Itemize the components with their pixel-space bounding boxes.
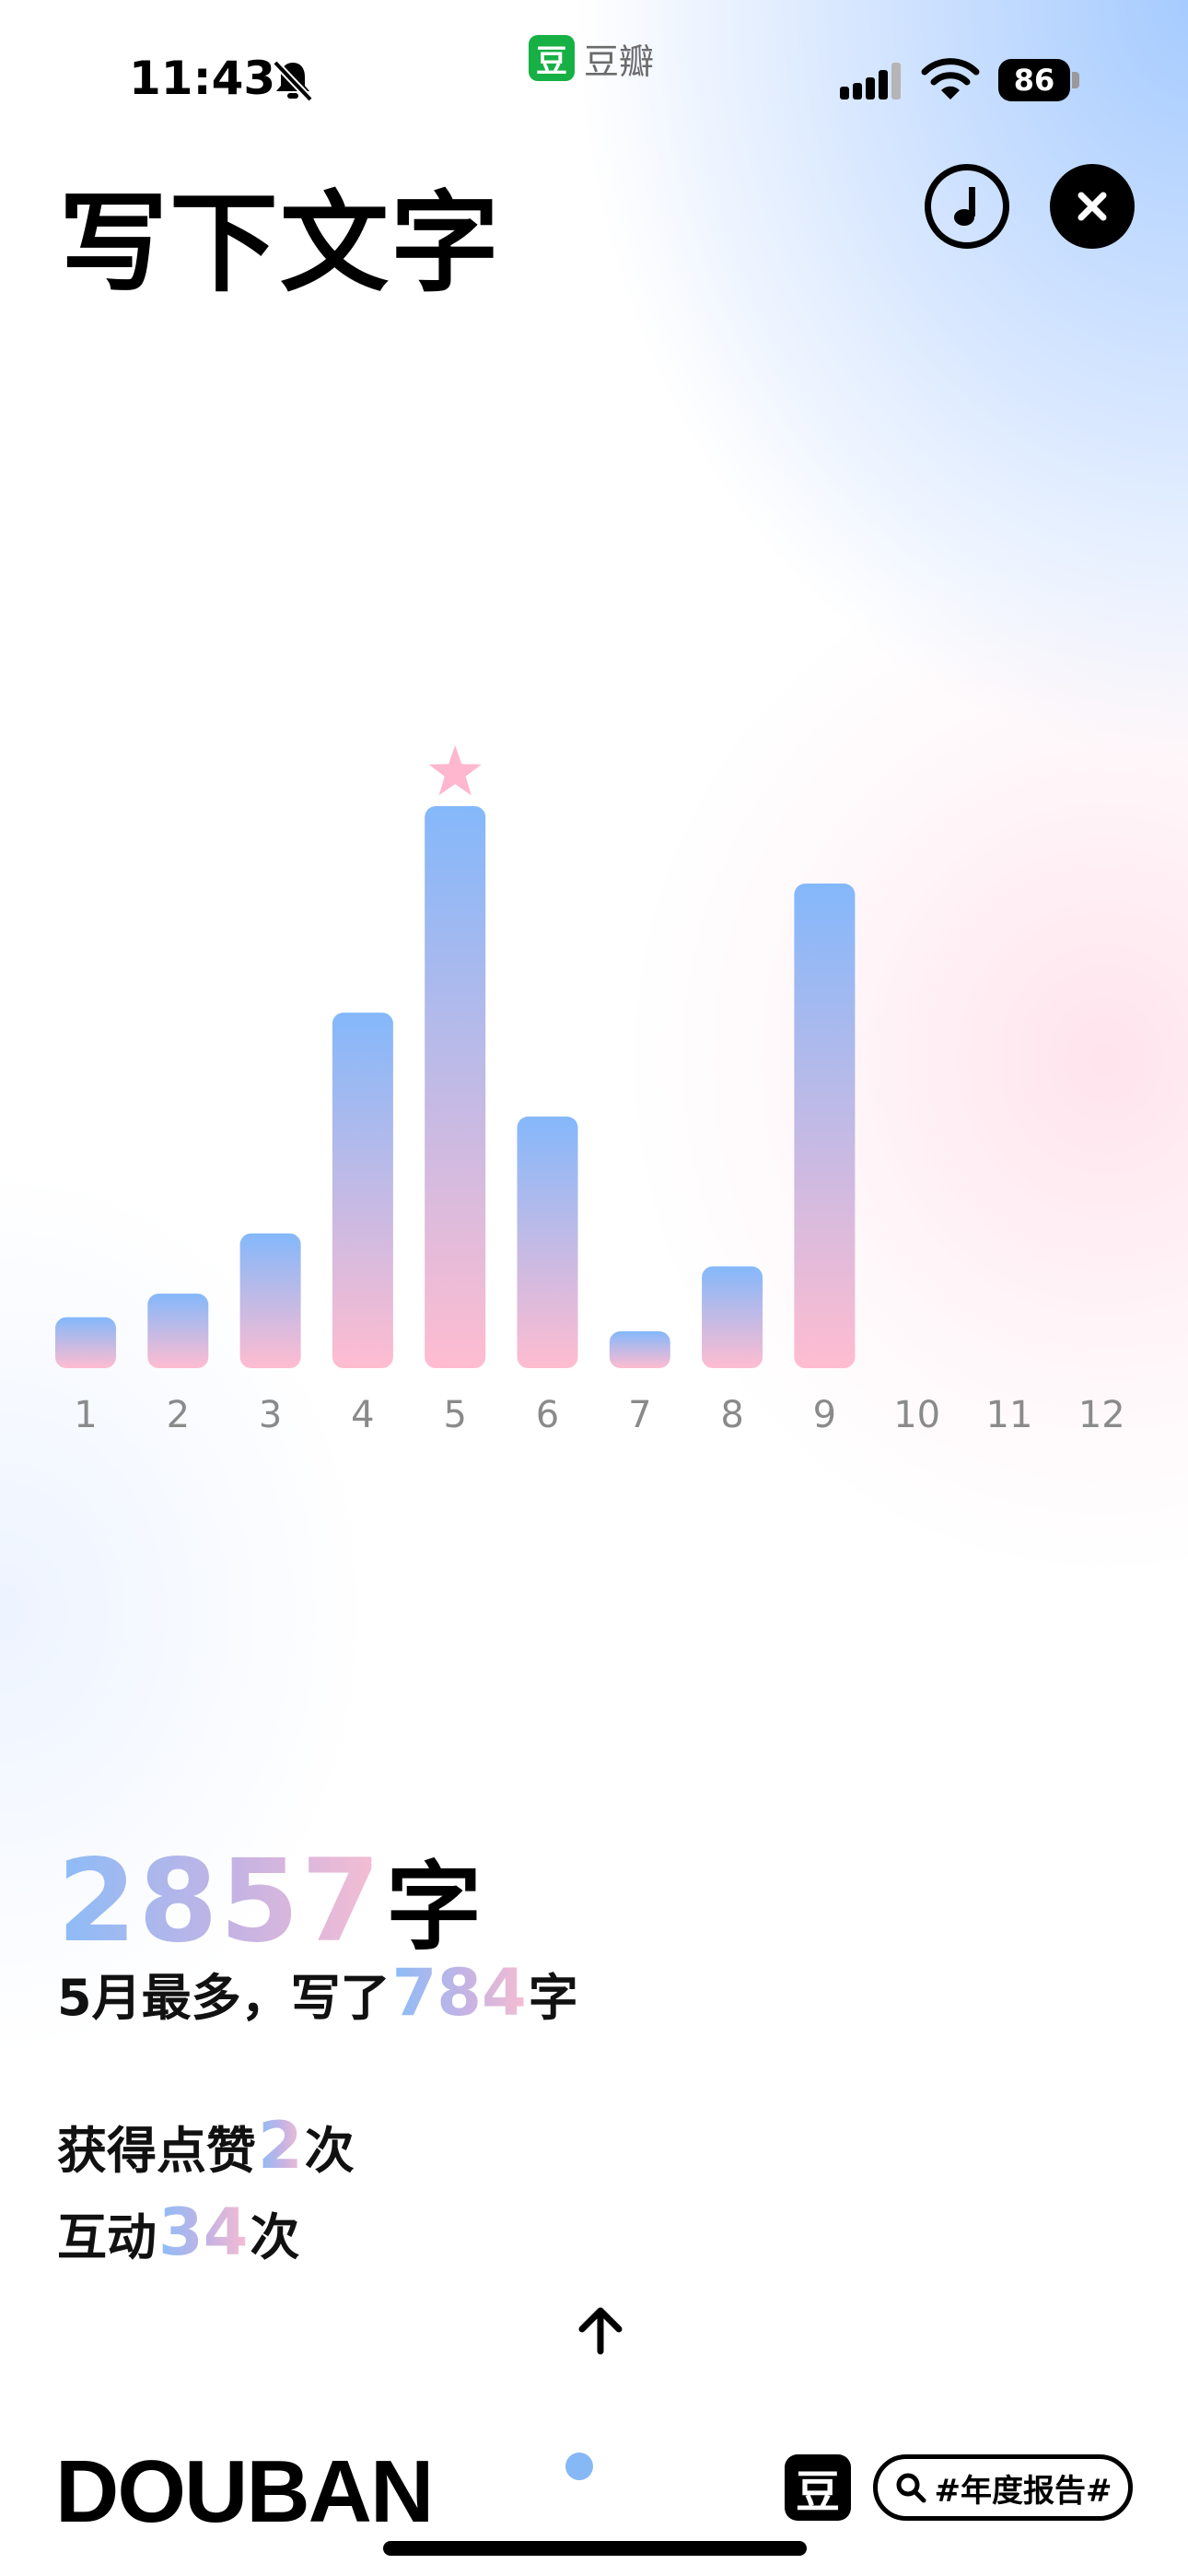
bar-month-9	[794, 884, 856, 1368]
x-tick-label: 9	[813, 1394, 836, 1436]
interactions-line: 互动 34 次	[57, 2195, 299, 2270]
annual-report-hashtag[interactable]: #年度报告#	[873, 2454, 1133, 2521]
swipe-up-arrow-icon[interactable]	[573, 2303, 628, 2359]
douban-brand-wordmark: DOUBAN	[55, 2442, 434, 2541]
bar-month-3	[239, 1233, 301, 1368]
bar-month-7	[609, 1331, 670, 1368]
close-button[interactable]	[1050, 164, 1135, 249]
battery-indicator: 86	[998, 59, 1081, 101]
status-time: 11:43	[129, 52, 276, 105]
douban-logo-icon: 豆	[785, 2454, 851, 2521]
music-toggle-button[interactable]	[925, 164, 1009, 249]
battery-level: 86	[998, 59, 1070, 101]
cellular-signal-icon	[840, 63, 901, 100]
battery-tip	[1072, 72, 1079, 88]
monthly-words-bar-chart: 1 2 3 4 5 6 7 8 9 10 11 12	[55, 745, 1125, 1436]
back-to-app-badge[interactable]: 豆 豆瓣	[529, 35, 655, 82]
bar-month-2	[147, 1294, 209, 1368]
app-name: 豆瓣	[584, 41, 655, 82]
bar-month-1	[55, 1317, 116, 1368]
search-icon	[896, 2473, 926, 2503]
x-tick-label: 7	[628, 1394, 651, 1436]
bar-month-5	[425, 806, 486, 1368]
total-words-value: 2857	[57, 1835, 383, 1968]
page-title: 写下文字	[59, 180, 502, 307]
bar-month-6	[517, 1116, 578, 1368]
interactions-value: 34	[158, 2195, 249, 2270]
total-words: 2857 字	[57, 1829, 482, 1968]
likes-value: 2	[258, 2108, 303, 2184]
peak-month-line: 5月最多，写了 784 字	[57, 1955, 578, 2031]
wifi-icon	[921, 58, 980, 100]
likes-unit: 次	[304, 2122, 355, 2180]
x-tick-label: 12	[1078, 1394, 1125, 1436]
home-indicator[interactable]	[383, 2541, 807, 2556]
likes-line: 获得点赞 2 次	[57, 2108, 355, 2184]
peak-month-prefix: 5月最多，写了	[57, 1969, 390, 2027]
hashtag-label: #年度报告#	[934, 2472, 1112, 2510]
x-tick-label: 11	[986, 1394, 1033, 1436]
bar-month-4	[332, 1013, 393, 1368]
x-tick-label: 1	[74, 1394, 97, 1436]
x-tick-label: 5	[443, 1394, 466, 1436]
x-tick-label: 2	[167, 1394, 190, 1436]
music-note-icon	[954, 187, 975, 226]
bar-month-8	[702, 1266, 763, 1368]
peak-star-icon	[428, 745, 482, 796]
peak-month-value: 784	[391, 1955, 527, 2031]
total-words-unit: 字	[386, 1851, 483, 1963]
douban-app-logo-icon: 豆	[529, 35, 575, 81]
x-tick-label: 6	[536, 1394, 559, 1436]
close-icon	[1077, 192, 1107, 221]
interactions-prefix: 互动	[57, 2208, 157, 2266]
likes-prefix: 获得点赞	[57, 2122, 256, 2180]
interactions-unit: 次	[250, 2208, 300, 2266]
x-tick-label: 4	[351, 1394, 374, 1436]
x-tick-label: 8	[720, 1394, 743, 1436]
x-tick-label: 3	[259, 1394, 282, 1436]
peak-month-unit: 字	[528, 1969, 578, 2027]
bell-muted-icon	[273, 60, 313, 102]
x-tick-label: 10	[893, 1394, 940, 1436]
brand-dot-icon	[565, 2453, 593, 2480]
